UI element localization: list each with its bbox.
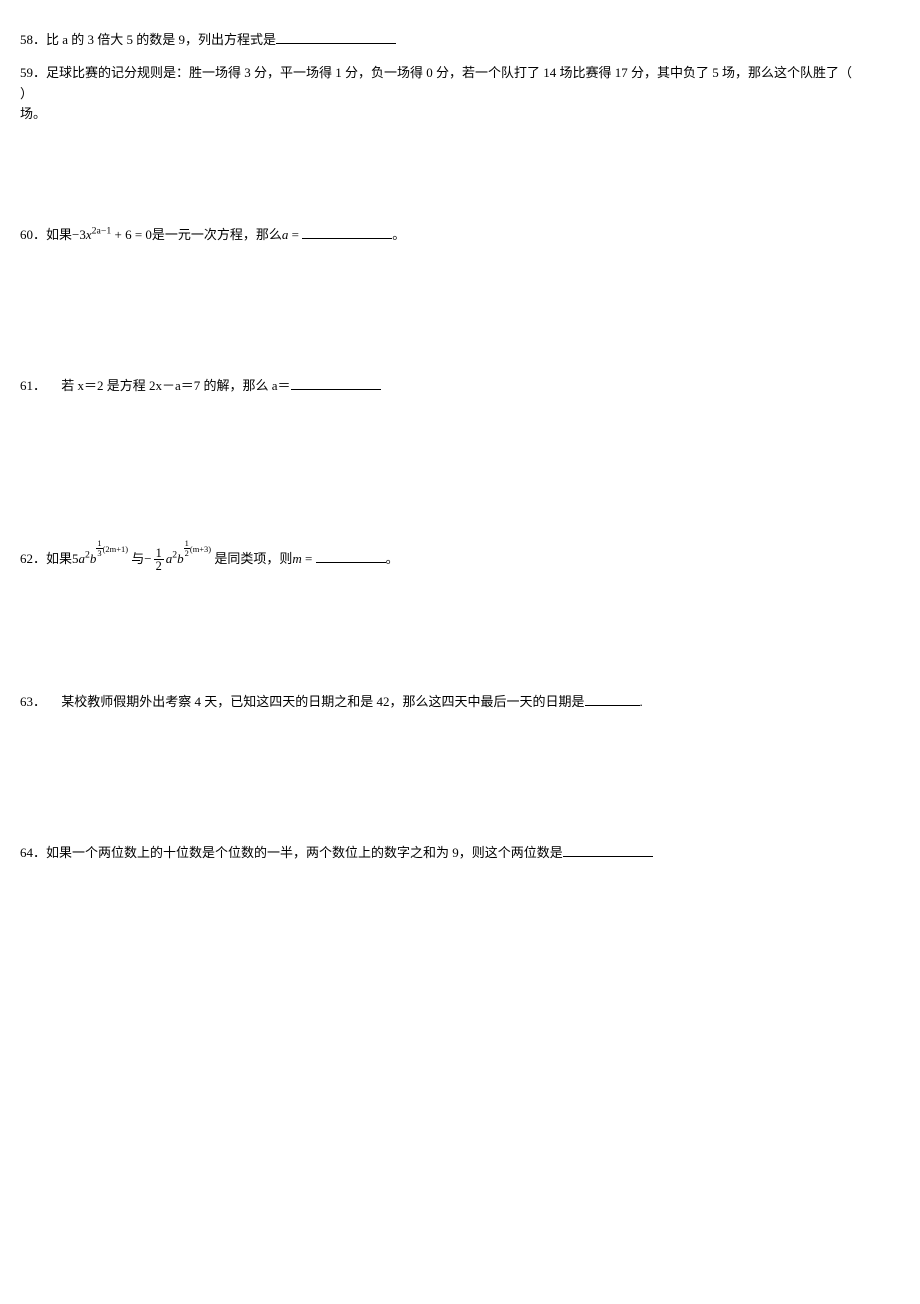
question-text-after: . — [640, 694, 643, 709]
question-text: 足球比赛的记分规则是：胜一场得 3 分，平一场得 1 分，负一场得 0 分，若一… — [46, 65, 852, 80]
question-text-after: 。 — [392, 227, 405, 242]
question-text-mid2: 是同类项，则 — [214, 551, 292, 566]
question-number: 63． — [20, 694, 46, 709]
answer-blank — [291, 389, 381, 390]
question-text-mid: 是一元一次方程，那么 — [152, 227, 282, 242]
question-text-before: 如果 — [46, 551, 72, 566]
question-text-before: 如果 — [46, 227, 72, 242]
math-exp-paren-b: (2m+1) — [103, 544, 128, 554]
math-exp-frac-b: 13 — [96, 539, 102, 557]
question-text: 如果一个两位数上的十位数是个位数的一半，两个数位上的数字之和为 9，则这个两位数… — [46, 845, 563, 860]
math-var-m: m — [292, 551, 301, 566]
question-text-after: ） — [20, 86, 33, 101]
math-exp-paren-b2: (m+3) — [190, 544, 211, 554]
question-number: 58． — [20, 32, 46, 47]
question-number: 60． — [20, 227, 46, 242]
math-frac: 12 — [154, 547, 164, 573]
question-number: 61． — [20, 378, 46, 393]
math-eq: = — [288, 227, 302, 242]
answer-blank — [302, 238, 392, 239]
math-minus: − — [144, 551, 151, 566]
question-text-after: 。 — [386, 551, 399, 566]
question-number: 59． — [20, 65, 46, 80]
question-60: 60．如果−3x2a−1 + 6 = 0是一元一次方程，那么a = 。 — [20, 225, 900, 246]
question-text: 比 a 的 3 倍大 5 的数是 9，列出方程式是 — [46, 32, 276, 47]
question-text: 某校教师假期外出考察 4 天，已知这四天的日期之和是 42，那么这四天中最后一天… — [58, 694, 585, 709]
math-coef: −3 — [72, 227, 86, 242]
answer-blank — [316, 562, 386, 563]
question-text: 若 x＝2 是方程 2x－a＝7 的解，那么 a＝ — [58, 378, 291, 393]
question-64: 64．如果一个两位数上的十位数是个位数的一半，两个数位上的数字之和为 9，则这个… — [20, 843, 900, 864]
question-text-mid1: 与 — [131, 551, 144, 566]
question-number: 62． — [20, 551, 46, 566]
answer-blank — [276, 43, 396, 44]
question-63: 63． 某校教师假期外出考察 4 天，已知这四天的日期之和是 42，那么这四天中… — [20, 692, 900, 713]
answer-blank — [585, 705, 640, 706]
question-59: 59．足球比赛的记分规则是：胜一场得 3 分，平一场得 1 分，负一场得 0 分… — [20, 63, 900, 125]
math-eq: = — [302, 551, 316, 566]
math-exponent: 2a−1 — [92, 226, 112, 237]
question-61: 61． 若 x＝2 是方程 2x－a＝7 的解，那么 a＝ — [20, 376, 900, 397]
math-rest: + 6 = 0 — [111, 227, 152, 242]
answer-blank — [563, 856, 653, 857]
math-exp-frac-b2: 12 — [184, 539, 190, 557]
question-58: 58．比 a 的 3 倍大 5 的数是 9，列出方程式是 — [20, 30, 900, 51]
question-62: 62．如果5a2b13(2m+1) 与−12a2b12(m+3) 是同类项，则m… — [20, 547, 900, 573]
question-line-2: 场。 — [20, 104, 900, 125]
question-line-1: 59．足球比赛的记分规则是：胜一场得 3 分，平一场得 1 分，负一场得 0 分… — [20, 63, 900, 105]
question-number: 64． — [20, 845, 46, 860]
